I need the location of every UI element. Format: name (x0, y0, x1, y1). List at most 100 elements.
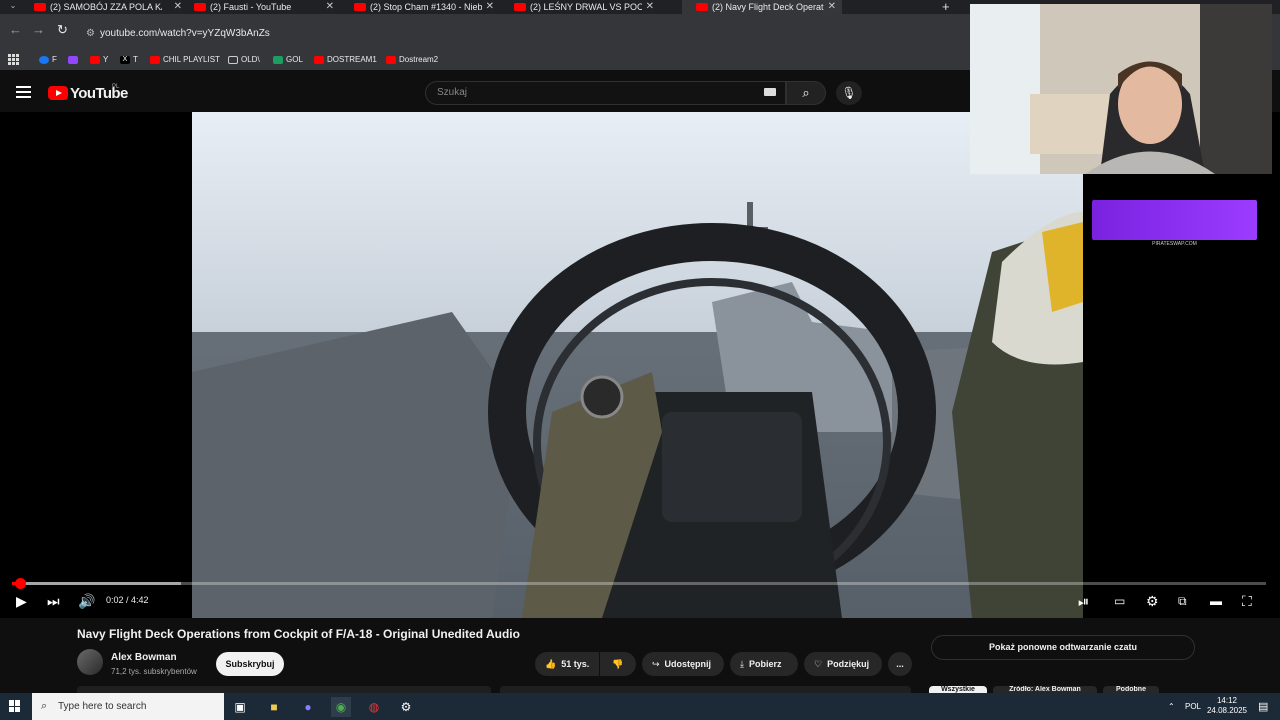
new-tab-button[interactable]: + (942, 0, 950, 14)
video-frame[interactable] (192, 112, 1083, 618)
show-chat-replay-button[interactable]: Pokaż ponowne odtwarzanie czatu (931, 635, 1195, 660)
time-display: 0:02 / 4:42 (106, 595, 149, 605)
menu-hamburger-icon[interactable] (16, 86, 31, 98)
browser-tab[interactable]: (2) SAMOBÓJ ZZA POLA KARNE ✕ (20, 0, 188, 14)
taskbar-search-input[interactable]: ⌕ Type here to search (32, 693, 224, 720)
share-button[interactable]: ↪ Udostępnij (642, 652, 724, 676)
bookmark-chil-playlist[interactable]: CHIL PLAYLIST (150, 54, 220, 66)
forward-arrow-icon[interactable]: → (32, 22, 45, 37)
fullscreen-icon[interactable]: ⛶ (1242, 592, 1252, 610)
windows-start-icon[interactable] (9, 700, 21, 712)
bookmark-facebook[interactable]: F (39, 54, 57, 66)
youtube-logo[interactable]: YouTube PL (48, 84, 128, 102)
tab-title: (2) SAMOBÓJ ZZA POLA KARNE (50, 2, 162, 12)
task-view-icon[interactable]: ▣ (230, 697, 250, 717)
promo-caption: PIRATESWAP.COM (1152, 241, 1197, 247)
video-player[interactable] (0, 112, 1280, 618)
channel-avatar[interactable] (77, 649, 103, 675)
like-button[interactable]: 👍 51 tys. (535, 652, 599, 676)
search-button[interactable]: ⌕ (786, 81, 826, 105)
twitch-icon (68, 55, 78, 64)
tab-title: (2) Fausti - YouTube (210, 2, 292, 12)
subscribe-button[interactable]: Subskrybuj (216, 652, 284, 676)
scrubber-handle[interactable] (15, 578, 26, 589)
tab-title: (2) LEŚNY DRWAL VS POCISKI (530, 2, 642, 12)
settings-gear-icon[interactable]: ⚙ (396, 697, 416, 717)
dislike-button[interactable]: 👎 (600, 652, 636, 676)
youtube-play-logo-icon (48, 86, 68, 100)
country-code: PL (112, 84, 120, 90)
buffered-bar (12, 582, 182, 585)
taskbar-clock[interactable]: 14:12 24.08.2025 (1205, 696, 1249, 716)
youtube-icon (314, 55, 324, 64)
gol-icon (273, 55, 283, 64)
chrome-icon[interactable]: ◉ (331, 697, 351, 717)
video-title: Navy Flight Deck Operations from Cockpit… (77, 627, 520, 641)
bookmark-gol[interactable]: GOL (273, 54, 303, 66)
taskbar-search-placeholder: Type here to search (58, 701, 147, 712)
download-icon: ⤓ (740, 659, 744, 669)
close-tab-icon[interactable]: ✕ (646, 0, 654, 14)
youtube-favicon-icon (696, 3, 708, 11)
site-info-icon[interactable]: ⚙ (86, 23, 100, 45)
progress-bar[interactable] (12, 578, 1266, 589)
voice-search-button[interactable]: 🎙 (836, 81, 862, 105)
close-tab-icon[interactable]: ✕ (828, 0, 836, 14)
file-explorer-icon[interactable]: ■ (264, 697, 284, 717)
bookmark-dostream1[interactable]: DOSTREAM1 (314, 54, 377, 66)
bookmark-dostream2[interactable]: Dostream2 (386, 54, 438, 66)
language-indicator[interactable]: POL (1185, 697, 1201, 717)
thumbs-up-icon: 👍 (545, 659, 557, 669)
facebook-icon (39, 55, 49, 64)
reload-icon[interactable]: ↻ (57, 22, 68, 38)
more-horizontal-icon: ... (896, 659, 904, 669)
like-count: 51 tys. (561, 659, 590, 669)
clock-date: 24.08.2025 (1206, 706, 1248, 715)
volume-icon[interactable]: 🔊 (78, 592, 95, 610)
close-tab-icon[interactable]: ✕ (326, 0, 334, 14)
obs-icon[interactable]: ◍ (364, 697, 384, 717)
next-button[interactable]: ⏭ (47, 592, 60, 610)
search-input[interactable]: Szukaj (425, 81, 786, 105)
share-label: Udostępnij (664, 659, 712, 669)
back-arrow-icon[interactable]: ← (9, 22, 22, 37)
autoplay-toggle[interactable]: ⏯ (1078, 592, 1089, 610)
youtube-icon (150, 55, 160, 64)
browser-tab[interactable]: (2) LEŚNY DRWAL VS POCISKI ✕ (500, 0, 660, 14)
bookmark-twitch[interactable] (68, 54, 81, 66)
download-button[interactable]: ⤓ Pobierz (730, 652, 798, 676)
apps-grid-icon[interactable] (8, 54, 19, 65)
youtube-favicon-icon (354, 3, 366, 11)
close-tab-icon[interactable]: ✕ (486, 0, 494, 14)
browser-tab[interactable]: (2) Stop Cham #1340 - Niebezp ✕ (340, 0, 500, 14)
search-icon: ⌕ (802, 85, 810, 100)
bookmark-x[interactable]: XT (120, 54, 138, 66)
youtube-icon (386, 55, 396, 64)
webcam-overlay (970, 4, 1272, 174)
microphone-icon: 🎙 (841, 86, 857, 100)
thanks-button[interactable]: ♡ Podziękuj (804, 652, 882, 676)
discord-icon[interactable]: ● (298, 697, 318, 717)
tray-overflow-icon[interactable]: ⌃ (1168, 697, 1175, 717)
youtube-favicon-icon (514, 3, 526, 11)
x-icon: X (120, 55, 130, 64)
share-arrow-icon: ↪ (652, 659, 660, 669)
notifications-icon[interactable]: ▤ (1258, 697, 1268, 717)
bookmark-youtube[interactable]: Y (90, 54, 108, 66)
more-actions-button[interactable]: ... (888, 652, 912, 676)
url-text: youtube.com/watch?v=yYZqW3bAnZs (100, 28, 270, 39)
thanks-icon: ♡ (814, 659, 823, 669)
subscriber-count: 71,2 tys. subskrybentów (111, 667, 197, 676)
thanks-label: Podziękuj (827, 659, 870, 669)
subtitles-icon[interactable]: ▭ (1114, 592, 1125, 610)
bookmark-folder-old[interactable]: OLD\ (228, 54, 260, 66)
play-button[interactable]: ▶ (16, 592, 27, 610)
miniplayer-icon[interactable]: ⧉ (1178, 592, 1187, 610)
settings-gear-icon[interactable]: ⚙ (1146, 592, 1159, 610)
thumbs-down-icon: 👎 (612, 659, 624, 669)
browser-tab-active[interactable]: (2) Navy Flight Deck Operation ✕ (682, 0, 842, 14)
channel-name[interactable]: Alex Bowman (111, 652, 177, 663)
theater-mode-icon[interactable]: ▬ (1210, 592, 1222, 610)
browser-tab[interactable]: (2) Fausti - YouTube ✕ (180, 0, 340, 14)
keyboard-icon[interactable] (764, 88, 776, 96)
